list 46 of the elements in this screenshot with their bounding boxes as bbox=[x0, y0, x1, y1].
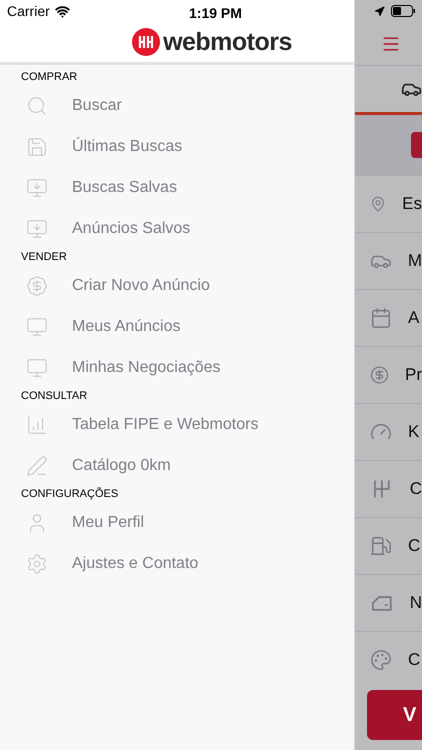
calendar-icon bbox=[370, 307, 392, 329]
money-bag-icon bbox=[26, 274, 48, 296]
menu-item[interactable]: Meus Anúncios bbox=[0, 306, 354, 347]
section-heading: VENDER bbox=[20, 250, 68, 265]
menu-item[interactable]: Ajustes e Contato bbox=[0, 543, 354, 584]
menu-item[interactable]: Buscas Salvas bbox=[0, 167, 354, 208]
location-arrow-icon bbox=[374, 6, 385, 16]
filter-row[interactable]: M bbox=[355, 232, 422, 289]
menu-item[interactable]: Tabela FIPE e Webmotors bbox=[0, 404, 354, 445]
filter-row[interactable]: N bbox=[355, 574, 422, 631]
logo-icon bbox=[132, 28, 160, 56]
menu-item[interactable]: Últimas Buscas bbox=[0, 126, 354, 167]
battery-icon bbox=[391, 5, 416, 17]
settings-icon bbox=[26, 552, 48, 574]
section-heading: CONFIGURAÇÕES bbox=[20, 486, 120, 502]
filter-row[interactable]: C bbox=[355, 517, 422, 574]
pen-icon bbox=[26, 454, 48, 476]
palette-icon bbox=[370, 649, 392, 671]
filter-row[interactable]: Pr bbox=[355, 346, 422, 403]
filter-row[interactable]: A bbox=[355, 289, 422, 346]
filter-row[interactable]: Es bbox=[355, 175, 422, 232]
fuel-pump-icon bbox=[370, 535, 392, 557]
filter-row[interactable]: C bbox=[355, 460, 422, 517]
search-icon bbox=[26, 94, 48, 116]
menu-item[interactable]: Anúncios Salvos bbox=[0, 208, 354, 249]
menu-item[interactable]: Catálogo 0km bbox=[0, 445, 354, 486]
filter-row[interactable]: C bbox=[355, 631, 422, 688]
primary-button[interactable]: V bbox=[367, 690, 422, 740]
menu-item[interactable]: Minhas Negociações bbox=[0, 347, 354, 388]
time-label: 1:19 PM bbox=[189, 4, 242, 23]
section-heading: CONSULTAR bbox=[20, 389, 88, 404]
section-heading: COMPRAR bbox=[20, 70, 78, 85]
download-window-icon bbox=[26, 176, 48, 198]
bar-chart-icon bbox=[26, 414, 48, 436]
filter-row[interactable]: K bbox=[355, 403, 422, 460]
menu-item[interactable]: Meu Perfil bbox=[0, 502, 354, 543]
tab-button[interactable] bbox=[411, 132, 422, 158]
brand-name: webmotors bbox=[163, 30, 292, 54]
monitor-icon bbox=[26, 316, 48, 338]
carrier-label: Carrier bbox=[7, 2, 50, 20]
dollar-icon bbox=[370, 364, 389, 386]
wifi-icon bbox=[54, 4, 70, 18]
menu-item[interactable]: Buscar bbox=[0, 85, 354, 126]
menu-item[interactable]: Criar Novo Anúncio bbox=[0, 265, 354, 306]
download-window-icon bbox=[26, 218, 48, 240]
monitor-icon bbox=[26, 356, 48, 378]
